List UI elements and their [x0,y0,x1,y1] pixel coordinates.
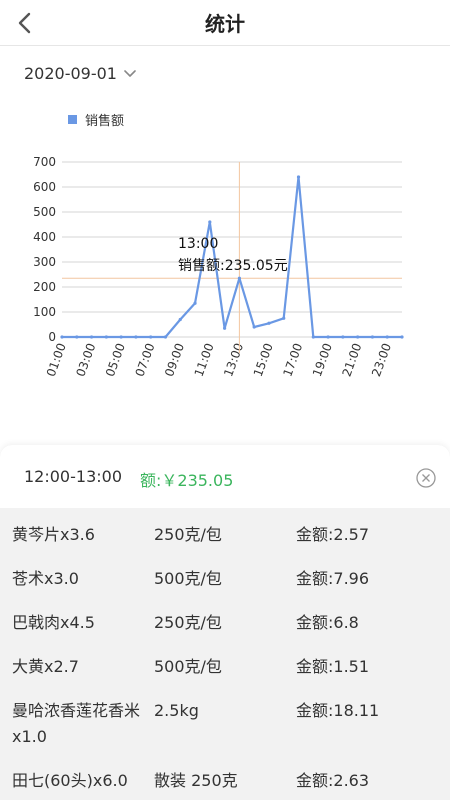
legend-label: 销售额 [85,114,125,129]
data-point [252,325,256,329]
page-title: 统计 [205,12,245,36]
list-item: 苍术x3.0 500克/包 金额:7.96 [0,552,450,596]
data-point [311,335,315,339]
data-point [370,335,375,339]
x-tick-label: 19:00 [310,341,335,378]
data-point [282,316,286,320]
sales-chart[interactable]: 0 100 200 300 400 500 600 700 01:00 03:00 05:00 07:… [0,150,450,440]
item-name: 大黄x2.7 [12,657,79,676]
data-point [267,321,271,325]
x-tick-label: 01:00 [44,341,69,378]
x-tick-label: 17:00 [280,341,305,378]
y-tick-label: 400 [33,230,56,244]
y-tick-label: 200 [33,280,56,294]
data-point [89,335,94,339]
list-item: 曼哈浓香莲花香米x1.0 2.5kg 金额:18.11 [0,684,450,754]
data-point [104,335,108,339]
data-point [400,335,404,339]
data-point [341,335,345,339]
time-range: 12:00-13:00 [24,467,122,486]
close-icon[interactable] [416,468,436,488]
chevron-down-icon [124,69,136,77]
data-point [385,335,389,339]
item-amount: 金额:1.51 [296,657,370,676]
chart-svg: 010020030040050060070001:00 03:00 05:00 07:… [33,155,404,379]
item-amount: 金额:2.63 [296,771,370,790]
data-point [223,326,227,330]
y-tick-label: 600 [33,180,56,194]
y-tick-label: 100 [33,305,56,319]
data-point [60,335,64,339]
item-amount: 金额:6.8 [296,613,359,632]
data-point [119,335,123,339]
list-item: 田七(60头)x6.0 散装 250克 金额:2.63 [0,754,450,798]
x-tick-label: 23:00 [369,341,394,378]
data-point [356,335,360,339]
item-amount: 金额:2.57 [296,525,370,544]
item-spec: 250克/包 [154,525,222,544]
data-point [208,220,212,224]
x-tick-label: 09:00 [162,341,187,378]
x-tick-label: 13:00 [221,341,246,378]
item-spec: 2.5kg [154,701,199,720]
list-item: 大黄x2.7 500克/包 金额:1.51 [0,640,450,684]
data-point [134,335,138,339]
data-point [178,317,182,322]
x-tick-label: 21:00 [339,341,364,378]
x-tick-label: 11:00 [192,341,217,378]
y-tick-label: 300 [33,255,56,269]
y-tick-label: 500 [33,205,56,219]
item-spec: 500克/包 [154,569,222,588]
y-tick-label: 700 [33,155,56,169]
app-header: 统计 [0,0,450,46]
item-amount: 金额:18.11 [296,701,380,720]
range-amount: 额:￥235.05 [140,471,234,490]
list-item: 巴戟肉x4.5 250克/包 金额:6.8 [0,596,450,640]
item-name: 巴戟肉x4.5 [12,613,95,632]
item-name: 曼哈浓香莲花香米x1.0 [12,701,141,746]
item-list: 黄芩片x3.6 250克/包 金额:2.57 苍术x3.0 500克/包 金额:… [0,508,450,798]
x-tick-label: 15:00 [251,341,276,378]
data-point [296,175,301,179]
detail-header: 12:00-13:00 额:￥235.05 [0,445,450,508]
list-item: 黄芩片x3.6 250克/包 金额:2.57 [0,508,450,552]
item-spec: 散装 250克 [154,771,238,790]
data-point [163,335,168,339]
data-point [193,301,197,305]
data-point [75,335,79,339]
item-spec: 500克/包 [154,657,222,676]
item-spec: 250克/包 [154,613,222,632]
x-tick-label: 05:00 [103,341,128,378]
data-point [326,335,330,339]
tooltip-value: 销售额:235.05元 [178,258,288,274]
date-value: 2020-09-01 [24,64,117,83]
x-tick-label: 07:00 [133,341,158,378]
data-point [237,276,241,280]
item-name: 田七(60头)x6.0 [12,771,128,790]
series-line [62,175,402,339]
item-name: 黄芩片x3.6 [12,525,95,544]
detail-sheet: 12:00-13:00 额:￥235.05 黄芩片x3.6 250克/包 金额:… [0,445,450,800]
x-tick-label: 03:00 [73,341,98,378]
tooltip-time: 13:00 [178,236,218,252]
item-amount: 金额:7.96 [296,569,370,588]
chart-legend[interactable]: 销售额 [68,110,124,129]
item-name: 苍术x3.0 [12,569,79,588]
data-point [149,335,153,339]
date-picker[interactable]: 2020-09-01 [24,64,137,83]
legend-swatch [68,115,77,124]
